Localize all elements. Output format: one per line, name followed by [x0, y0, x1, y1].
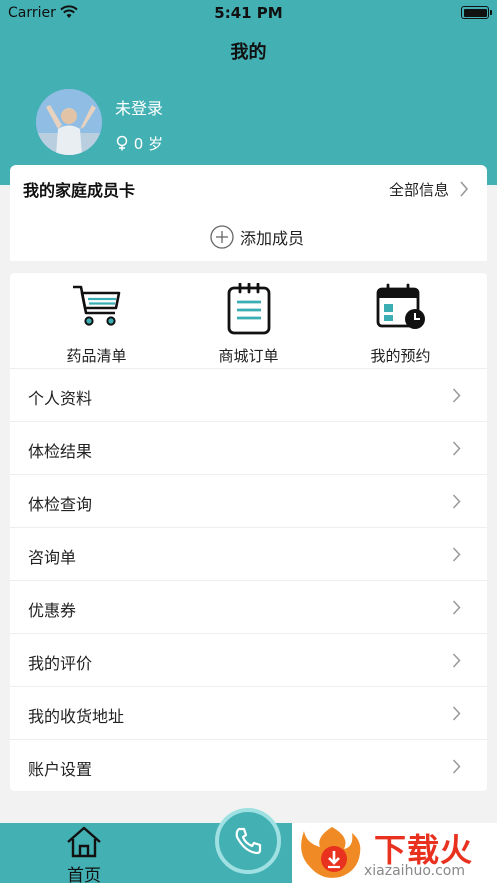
shortcut-my-appointments[interactable]: 我的预约 — [321, 273, 480, 368]
chevron-right-icon — [452, 653, 461, 668]
family-card: 我的家庭成员卡 全部信息 添加成员 — [10, 165, 487, 261]
add-circle-icon — [210, 225, 234, 249]
avatar[interactable] — [36, 89, 102, 155]
menu-list: 个人资料 体检结果 体检查询 咨询单 优惠券 我的评价 我的收货地址 账户设置 — [10, 368, 487, 792]
chevron-right-icon — [452, 441, 461, 456]
add-member-label: 添加成员 — [240, 229, 305, 248]
status-bar: Carrier 5:41 PM — [0, 0, 497, 26]
menu-row-profile[interactable]: 个人资料 — [10, 368, 487, 421]
chevron-right-icon — [452, 388, 461, 403]
shortcut-mall-orders[interactable]: 商城订单 — [169, 273, 328, 368]
menu-row-label: 体检结果 — [28, 442, 93, 461]
menu-row-addresses[interactable]: 我的收货地址 — [10, 686, 487, 739]
menu-row-reviews[interactable]: 我的评价 — [10, 633, 487, 686]
age-label: 0 岁 — [133, 135, 164, 153]
shortcut-medicine-list[interactable]: 药品清单 — [17, 273, 176, 368]
menu-row-label: 优惠券 — [28, 601, 77, 620]
shortcut-grid: 药品清单 商城订单 我的预约 — [10, 273, 487, 368]
gender-age: 0 岁 — [115, 133, 163, 154]
status-time: 5:41 PM — [214, 4, 283, 22]
menu-row-label: 体检查询 — [28, 495, 93, 514]
battery-icon — [461, 6, 492, 19]
login-status[interactable]: 未登录 — [115, 95, 163, 119]
menu-row-label: 咨询单 — [28, 548, 77, 567]
tab-home-label: 首页 — [67, 866, 101, 883]
chevron-right-icon — [452, 706, 461, 721]
shopping-cart-icon — [72, 285, 120, 326]
avatar-image — [36, 89, 102, 155]
shortcut-label: 商城订单 — [218, 347, 279, 365]
menu-row-label: 个人资料 — [28, 389, 93, 408]
order-list-icon — [227, 283, 270, 335]
watermark-logo: 下载火 xiazaihuo.com — [292, 823, 497, 883]
menu-row-checkup-results[interactable]: 体检结果 — [10, 421, 487, 474]
menu-row-consultations[interactable]: 咨询单 — [10, 527, 487, 580]
chevron-right-icon[interactable] — [459, 181, 469, 197]
female-icon — [116, 135, 128, 151]
flame-logo-icon — [301, 827, 361, 878]
menu-row-label: 我的收货地址 — [28, 707, 125, 726]
add-member-button[interactable]: 添加成员 — [210, 225, 304, 249]
tab-home[interactable]: 首页 — [60, 825, 108, 883]
menu-row-account-settings[interactable]: 账户设置 — [10, 739, 487, 792]
chevron-right-icon — [452, 759, 461, 774]
phone-icon — [235, 827, 262, 855]
call-button[interactable] — [215, 808, 281, 874]
family-card-title: 我的家庭成员卡 — [23, 181, 136, 200]
menu-row-label: 我的评价 — [28, 654, 93, 673]
calendar-clock-icon — [376, 283, 425, 329]
chevron-right-icon — [452, 547, 461, 562]
watermark-domain: xiazaihuo.com — [364, 863, 465, 879]
menu-row-checkup-query[interactable]: 体检查询 — [10, 474, 487, 527]
menu-row-coupons[interactable]: 优惠券 — [10, 580, 487, 633]
chevron-right-icon — [452, 600, 461, 615]
shortcut-label: 药品清单 — [66, 347, 127, 365]
shortcut-label: 我的预约 — [370, 347, 431, 365]
chevron-right-icon — [452, 494, 461, 509]
page-title: 我的 — [230, 42, 267, 63]
menu-row-label: 账户设置 — [28, 760, 93, 779]
home-icon — [67, 826, 101, 858]
all-info-link[interactable]: 全部信息 — [389, 179, 449, 200]
menu-card: 药品清单 商城订单 我的预约 个人资料 体检结果 体检查询 咨询单 优惠券 我的… — [10, 273, 487, 791]
